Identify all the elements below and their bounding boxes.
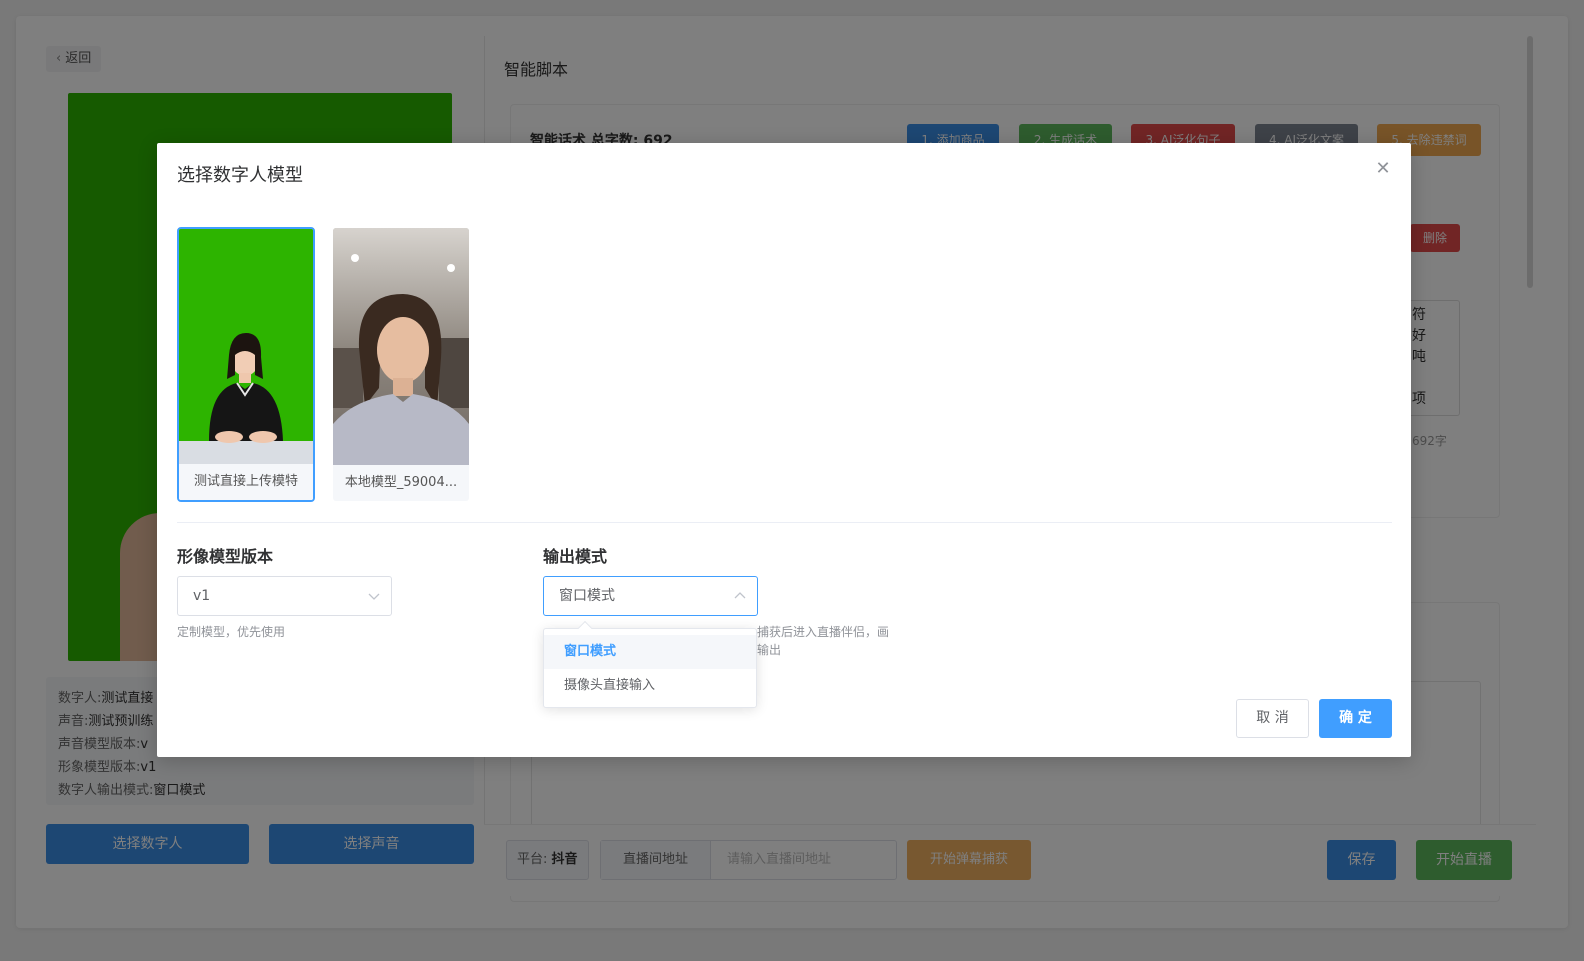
model-version-select[interactable]: v1 xyxy=(177,576,392,616)
output-mode-value: 窗口模式 xyxy=(559,588,615,604)
chevron-up-icon xyxy=(734,592,746,599)
model-version-hint: 定制模型，优先使用 xyxy=(177,625,286,639)
output-mode-hint: 捕获后进入直播伴侣，画 输出 xyxy=(757,625,890,657)
option-camera-input[interactable]: 摄像头直接输入 xyxy=(544,669,756,703)
output-mode-label: 输出模式 xyxy=(543,547,608,566)
confirm-button[interactable]: 确 定 xyxy=(1319,699,1392,738)
model-name: 测试直接上传模特 xyxy=(179,464,313,500)
close-icon[interactable]: ✕ xyxy=(1373,159,1393,179)
dialog-divider xyxy=(177,522,1392,523)
model-version-value: v1 xyxy=(193,588,211,604)
model-card[interactable]: 测试直接上传模特 xyxy=(177,227,315,502)
model-figure xyxy=(179,229,313,467)
output-mode-select[interactable]: 窗口模式 xyxy=(543,576,758,616)
cancel-button[interactable]: 取 消 xyxy=(1236,699,1309,738)
model-card[interactable]: 本地模型_59004... xyxy=(332,227,470,502)
dialog-title: 选择数字人模型 xyxy=(177,165,303,186)
model-figure xyxy=(333,228,469,466)
model-name: 本地模型_59004... xyxy=(333,465,469,501)
dropdown-caret xyxy=(577,620,593,636)
model-thumbnail xyxy=(333,228,469,466)
chevron-down-icon xyxy=(368,593,380,600)
option-window-mode[interactable]: 窗口模式 xyxy=(544,635,756,669)
model-thumbnail xyxy=(179,229,313,467)
model-version-label: 形像模型版本 xyxy=(177,547,274,566)
output-mode-dropdown: 窗口模式 摄像头直接输入 xyxy=(543,620,757,708)
select-avatar-model-dialog: 选择数字人模型 ✕ 测试直接上传模特 本地模型_59004... 形像模型版本 … xyxy=(157,143,1411,757)
